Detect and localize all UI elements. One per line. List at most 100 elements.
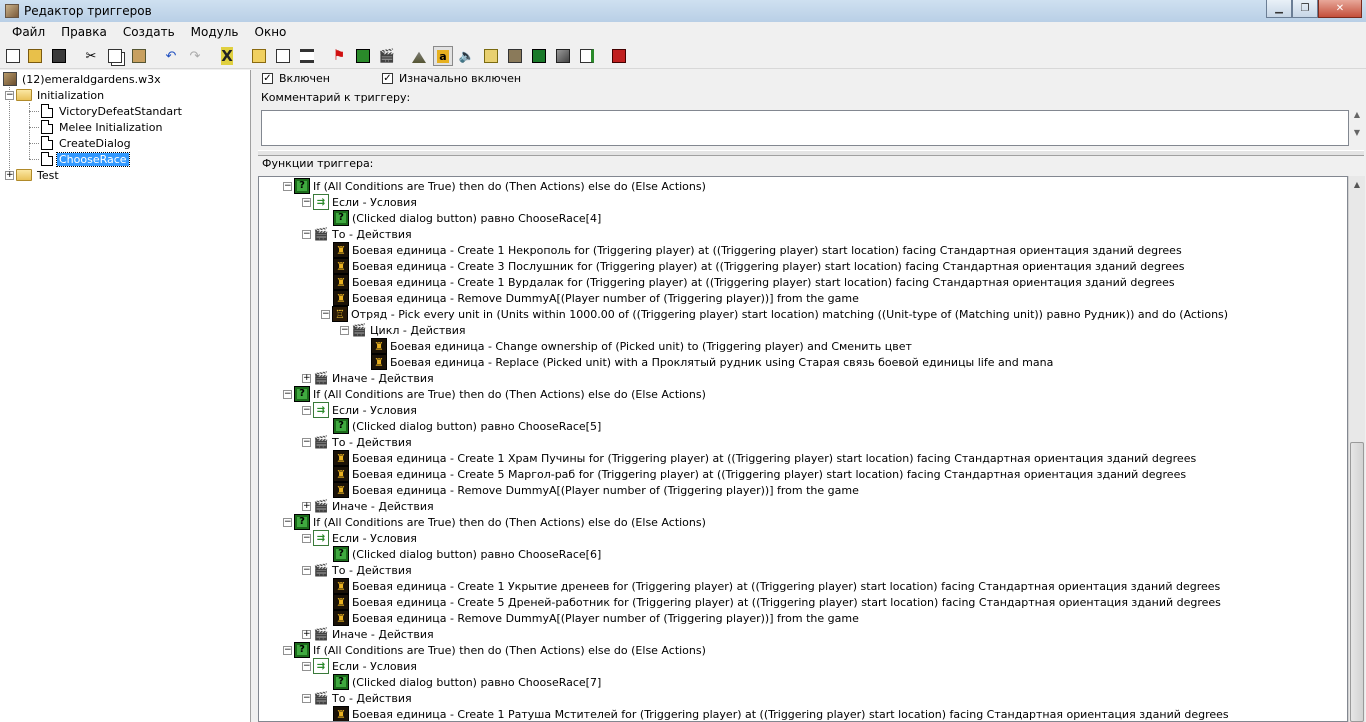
collapse-toggle[interactable]: − — [302, 565, 311, 575]
collapse-toggle[interactable]: − — [302, 437, 311, 447]
collapse-toggle[interactable]: − — [340, 325, 349, 335]
function-row[interactable]: ? (Clicked dialog button) равно ChooseRac… — [333, 546, 601, 562]
menu-module[interactable]: Модуль — [183, 25, 247, 39]
function-row[interactable]: + 🎬 Иначе - Действия — [302, 626, 434, 642]
import-manager-button[interactable] — [577, 46, 597, 66]
function-row[interactable]: − ⇉ Если - Условия — [302, 530, 417, 546]
function-row[interactable]: − ⇉ Если - Условия — [302, 658, 417, 674]
sound-editor-button[interactable]: 🔈 — [457, 46, 477, 66]
function-row[interactable]: − 🎬 То - Действия — [302, 562, 412, 578]
test-map-button[interactable] — [609, 46, 629, 66]
scroll-thumb[interactable] — [1350, 442, 1364, 722]
collapse-toggle[interactable]: − — [283, 181, 292, 191]
maximize-button[interactable]: ❐ — [1292, 0, 1318, 18]
functions-scrollbar[interactable]: ▲ — [1348, 176, 1365, 722]
tree-item-victory-defeat[interactable]: VictoryDefeatStandart — [41, 103, 184, 119]
collapse-toggle[interactable]: − — [302, 197, 311, 207]
function-row[interactable]: + 🎬 Иначе - Действия — [302, 370, 434, 386]
function-row[interactable]: ? (Clicked dialog button) равно ChooseRac… — [333, 210, 601, 226]
expand-toggle[interactable]: + — [302, 501, 311, 511]
enabled-checkbox[interactable]: ✓ Включен — [262, 72, 330, 85]
function-row[interactable]: −? If (All Conditions are True) then do (… — [283, 642, 706, 658]
open-button[interactable] — [25, 46, 45, 66]
new-condition-button[interactable] — [353, 46, 373, 66]
tree-map-root[interactable]: (12)emeraldgardens.w3x — [3, 71, 163, 87]
tree-item-choose-race[interactable]: ChooseRace — [41, 151, 130, 167]
trigger-editor-button[interactable]: a — [433, 46, 453, 66]
tree-folder-initialization[interactable]: − Initialization — [5, 87, 106, 103]
expand-toggle[interactable]: + — [5, 170, 14, 180]
function-row[interactable]: ♜ Боевая единица - Create 5 Маргол-раб fo… — [333, 466, 1186, 482]
ai-editor-button[interactable] — [529, 46, 549, 66]
initially-enabled-checkbox[interactable]: ✓ Изначально включен — [382, 72, 521, 85]
function-row[interactable]: ♜ Боевая единица - Remove DummyA[(Player … — [333, 610, 859, 626]
new-action-button[interactable]: 🎬 — [377, 46, 397, 66]
function-row[interactable]: − 🎬 Цикл - Действия — [340, 322, 466, 338]
collapse-toggle[interactable]: − — [302, 405, 311, 415]
function-row[interactable]: − ⇉ Если - Условия — [302, 194, 417, 210]
close-button[interactable]: ✕ — [1318, 0, 1362, 18]
function-row[interactable]: −? If (All Conditions are True) then do (… — [283, 514, 706, 530]
function-row[interactable]: ♜ Боевая единица - Remove DummyA[(Player … — [333, 482, 859, 498]
delete-button[interactable]: X — [217, 46, 237, 66]
expand-toggle[interactable]: + — [302, 629, 311, 639]
tree-item-create-dialog[interactable]: CreateDialog — [41, 135, 133, 151]
function-row[interactable]: ♜ Боевая единица - Create 5 Дреней-работн… — [333, 594, 1221, 610]
function-row[interactable]: ♜ Боевая единица - Create 1 Ратуша Мстите… — [333, 706, 1229, 721]
function-row[interactable]: − 🎬 То - Действия — [302, 434, 412, 450]
new-event-button[interactable]: ⚑ — [329, 46, 349, 66]
expand-toggle[interactable]: + — [302, 373, 311, 383]
menu-file[interactable]: Файл — [4, 25, 53, 39]
function-row[interactable]: ♜ Боевая единица - Create 1 Укрытие дрене… — [333, 578, 1220, 594]
collapse-toggle[interactable]: − — [302, 661, 311, 671]
function-row[interactable]: ♜ Боевая единица - Create 1 Некрополь for… — [333, 242, 1182, 258]
collapse-toggle[interactable]: − — [283, 389, 292, 399]
tree-folder-test[interactable]: + Test — [5, 167, 61, 183]
comment-scrollbar[interactable]: ▲ ▼ — [1350, 110, 1364, 146]
function-row[interactable]: − 🎬 То - Действия — [302, 690, 412, 706]
collapse-toggle[interactable]: − — [302, 229, 311, 239]
save-button[interactable] — [49, 46, 69, 66]
function-row[interactable]: ♜ Боевая единица - Change ownership of (P… — [371, 338, 912, 354]
object-manager-button[interactable] — [553, 46, 573, 66]
function-row[interactable]: ♜ Боевая единица - Remove DummyA[(Player … — [333, 290, 859, 306]
comment-field[interactable] — [261, 110, 1349, 146]
new-trigger-button[interactable] — [273, 46, 293, 66]
object-editor-button[interactable] — [481, 46, 501, 66]
collapse-toggle[interactable]: − — [283, 645, 292, 655]
function-row[interactable]: ? (Clicked dialog button) равно ChooseRac… — [333, 674, 601, 690]
menu-create[interactable]: Создать — [115, 25, 183, 39]
collapse-toggle[interactable]: − — [302, 693, 311, 703]
menu-edit[interactable]: Правка — [53, 25, 115, 39]
function-row[interactable]: ♜ Боевая единица - Create 1 Храм Пучины f… — [333, 450, 1196, 466]
function-row[interactable]: + 🎬 Иначе - Действия — [302, 498, 434, 514]
undo-button[interactable]: ↶ — [161, 46, 181, 66]
copy-button[interactable] — [105, 46, 125, 66]
function-row[interactable]: −? If (All Conditions are True) then do (… — [283, 178, 706, 194]
function-row[interactable]: − 🎬 То - Действия — [302, 226, 412, 242]
tree-item-melee-init[interactable]: Melee Initialization — [41, 119, 164, 135]
function-row[interactable]: ? (Clicked dialog button) равно ChooseRac… — [333, 418, 601, 434]
function-row[interactable]: ♜ Боевая единица - Create 1 Вурдалак for … — [333, 274, 1175, 290]
cut-button[interactable]: ✂ — [81, 46, 101, 66]
collapse-toggle[interactable]: − — [5, 90, 14, 100]
collapse-toggle[interactable]: − — [321, 309, 330, 319]
function-row[interactable]: − ♖ Отряд - Pick every unit in (Units with… — [321, 306, 1228, 322]
function-row[interactable]: −? If (All Conditions are True) then do (… — [283, 386, 706, 402]
function-row[interactable]: ♜ Боевая единица - Create 3 Послушник for… — [333, 258, 1184, 274]
menu-window[interactable]: Окно — [247, 25, 295, 39]
collapse-toggle[interactable]: − — [283, 517, 292, 527]
new-map-button[interactable] — [3, 46, 23, 66]
redo-button[interactable]: ↷ — [185, 46, 205, 66]
new-comment-button[interactable] — [297, 46, 317, 66]
function-row[interactable]: − ⇉ Если - Условия — [302, 402, 417, 418]
splitter[interactable] — [258, 150, 1364, 156]
campaign-editor-button[interactable] — [505, 46, 525, 66]
scroll-up-arrow-icon[interactable]: ▲ — [1349, 176, 1365, 193]
function-row[interactable]: ♜ Боевая единица - Replace (Picked unit) … — [371, 354, 1053, 370]
new-category-button[interactable] — [249, 46, 269, 66]
paste-button[interactable] — [129, 46, 149, 66]
collapse-toggle[interactable]: − — [302, 533, 311, 543]
terrain-button[interactable] — [409, 46, 429, 66]
minimize-button[interactable]: ▁ — [1266, 0, 1292, 18]
